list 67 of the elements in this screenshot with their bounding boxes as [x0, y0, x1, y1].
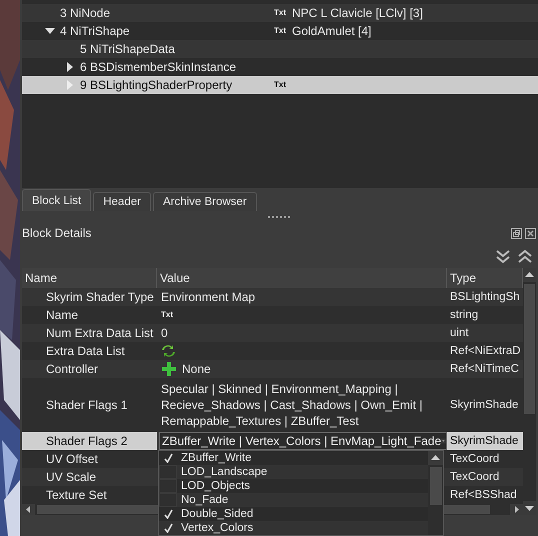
property-type: Ref<NiTimeC [449, 362, 520, 377]
add-icon [161, 361, 177, 377]
close-icon[interactable] [525, 228, 536, 238]
property-name[interactable]: Extra Data List [22, 342, 157, 360]
refresh-icon [161, 344, 175, 358]
splitter-handle [268, 214, 290, 218]
text-type-icon: Txt [274, 81, 286, 89]
collapse-all-icon[interactable] [518, 248, 532, 264]
property-name[interactable]: UV Scale [22, 468, 157, 486]
node-label: 4 NiTriShape [60, 23, 130, 40]
tree-row[interactable]: 4 NiTriShape Txt GoldAmulet [4] [22, 22, 538, 40]
expand-all-icon[interactable] [496, 248, 510, 264]
node-name: NPC L Clavicle [LClv] [3] [292, 5, 423, 22]
text-type-icon: Txt [274, 27, 286, 35]
property-value: Specular | Skinned | Environment_Mapping | Recieve_Shadows | Cast_Shadows | Own_Emit | Remappable_Textures | ZBuffer_Test [161, 381, 424, 429]
option-label: Double_Sided [181, 507, 254, 521]
property-name[interactable]: Shader Flags 1 [22, 378, 157, 432]
node-label: 3 NiNode [60, 5, 110, 22]
scrollbar-thumb[interactable] [524, 284, 535, 414]
property-name[interactable]: Controller [22, 360, 157, 378]
property-type: SkyrimShade [447, 432, 523, 450]
tree-row[interactable]: 6 BSDismemberSkinInstance [22, 58, 538, 76]
option-label: LOD_Landscape [181, 465, 268, 479]
checkmark-icon [164, 453, 172, 463]
tree-row[interactable]: 9 BSLightingShaderProperty Txt [22, 76, 538, 94]
node-name: GoldAmulet [4] [292, 23, 372, 40]
node-label: 6 BSDismemberSkinInstance [80, 59, 236, 76]
property-type: Ref<NiExtraD [449, 344, 522, 359]
tab[interactable]: Archive Browser [152, 192, 257, 211]
option-label: LOD_Objects [181, 479, 250, 493]
node-label: 5 NiTriShapeData [80, 41, 175, 58]
property-type: TexCoord [449, 452, 500, 467]
tree-row[interactable]: 3 NiNode Txt NPC L Clavicle [LClv] [3] [22, 4, 538, 22]
property-type: TexCoord [449, 470, 500, 485]
property-name[interactable]: UV Offset [22, 450, 157, 468]
float-icon[interactable] [511, 228, 522, 238]
column-header[interactable]: Type [447, 268, 523, 288]
tree-row[interactable]: 5 NiTriShapeData [22, 40, 538, 58]
property-name[interactable]: Name [22, 306, 157, 324]
node-label: 9 BSLightingShaderProperty [80, 77, 232, 94]
property-value: None [182, 361, 211, 377]
checkbox[interactable] [159, 493, 177, 507]
property-type: SkyrimShade [449, 398, 520, 413]
tab[interactable]: Header [93, 192, 151, 211]
property-type: BSLightingSh [449, 290, 521, 305]
property-name[interactable]: Skyrim Shader Type [22, 288, 157, 306]
property-value: 0 [161, 325, 168, 341]
scrollbar-thumb[interactable] [430, 467, 442, 505]
text-type-icon: Txt [161, 311, 173, 319]
option-label: No_Fade [181, 493, 228, 507]
option-label: Vertex_Colors [181, 521, 254, 535]
text-type-icon: Txt [274, 9, 286, 17]
property-name[interactable]: Num Extra Data List [22, 324, 157, 342]
property-name[interactable]: Texture Set [22, 486, 157, 504]
option-label: ZBuffer_Write [181, 451, 252, 465]
property-type: uint [449, 326, 470, 341]
tab[interactable]: Block List [22, 189, 92, 211]
checkbox[interactable] [159, 465, 177, 479]
panel-title: Block Details [22, 225, 92, 242]
property-type: string [449, 308, 480, 323]
column-header[interactable]: Value [157, 268, 447, 288]
property-value: Environment Map [161, 289, 256, 305]
column-header[interactable]: Name [22, 268, 157, 288]
property-type: Ref<BSShad [449, 488, 518, 503]
property-name[interactable]: Shader Flags 2 [22, 432, 157, 450]
expanded-arrow-icon[interactable] [44, 26, 56, 36]
checkbox[interactable] [159, 479, 177, 493]
